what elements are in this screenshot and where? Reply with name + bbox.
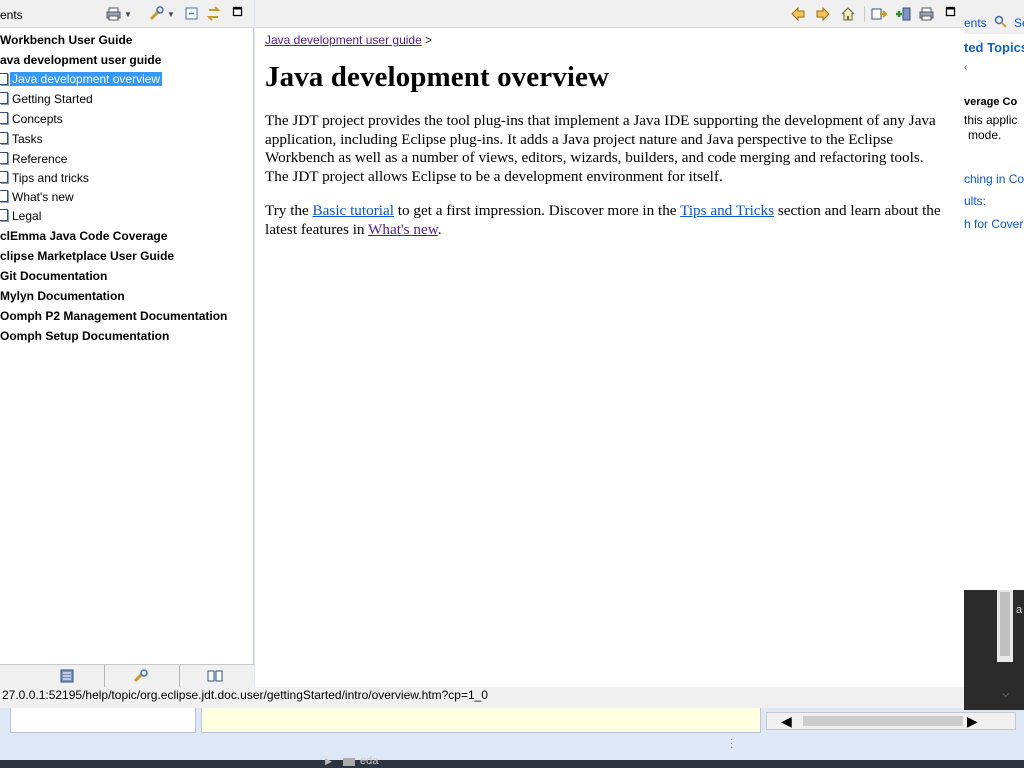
forward-arrow-icon[interactable] (815, 6, 831, 22)
toc-bottom-tabs (0, 664, 254, 687)
related-topics-panel: ents Se ted Topics ‹ verage Co this appl… (964, 0, 1024, 590)
search-tab-icon (133, 669, 149, 686)
tips-and-tricks-link[interactable]: Tips and Tricks (680, 202, 774, 219)
background-vertical-scrollbar[interactable] (997, 590, 1013, 662)
scroll-right-icon[interactable]: ▶ (967, 713, 978, 730)
search-icon[interactable] (994, 15, 1008, 29)
page-title: Java development overview (265, 61, 609, 93)
breadcrumb-link[interactable]: Java development user guide (265, 33, 422, 47)
home-icon[interactable] (840, 6, 856, 22)
toc-book-marketplace[interactable]: clipse Marketplace User Guide (0, 249, 174, 263)
toc-book-workbench[interactable]: Workbench User Guide (0, 33, 132, 47)
back-arrow-icon[interactable] (790, 6, 806, 22)
document-icon (0, 132, 8, 144)
bookmarks-tab-icon (207, 669, 223, 686)
related-link-1[interactable]: ching in Co (964, 172, 1024, 186)
toc-item-whats-new[interactable]: What's new (12, 190, 74, 204)
about-line-2: this applic (964, 113, 1018, 127)
toc-book-oomph-p2[interactable]: Oomph P2 Management Documentation (0, 309, 227, 323)
text-fragment: Try the (265, 202, 313, 219)
toc-item-reference[interactable]: Reference (12, 152, 67, 166)
maximize-icon[interactable] (232, 6, 248, 22)
toc-toolbar: ents ▼ ▼ (0, 0, 254, 28)
contents-tab[interactable] (30, 665, 105, 687)
chevron-down-icon[interactable]: ▼ (124, 10, 140, 26)
whats-new-link[interactable]: What's new (368, 221, 438, 238)
link-with-content-icon[interactable] (206, 6, 222, 22)
basic-tutorial-link[interactable]: Basic tutorial (313, 202, 394, 219)
show-in-toc-icon[interactable] (871, 6, 888, 22)
scroll-thumb[interactable] (803, 716, 963, 726)
toc-book-mylyn[interactable]: Mylyn Documentation (0, 289, 125, 303)
toc-item-tasks[interactable]: Tasks (12, 132, 43, 146)
document-icon (0, 171, 8, 183)
toc-panel-title: ents (0, 8, 23, 22)
print-page-icon[interactable] (919, 6, 935, 22)
maximize-icon[interactable] (945, 6, 961, 22)
text-fragment: to get a first impression. Discover more… (393, 202, 681, 219)
document-icon (0, 112, 8, 124)
scroll-left-icon[interactable]: ◀ (781, 713, 792, 730)
toc-book-git[interactable]: Git Documentation (0, 269, 107, 283)
content-toolbar (255, 0, 964, 28)
breadcrumb-separator: > (425, 33, 433, 47)
toc-item-tips-and-tricks[interactable]: Tips and tricks (12, 171, 89, 185)
toc-tree: Workbench User Guide ava development use… (0, 28, 254, 664)
try-paragraph: Try the Basic tutorial to get a first im… (265, 202, 950, 239)
toc-item-legal[interactable]: Legal (12, 209, 41, 223)
toc-book-java-dev[interactable]: ava development user guide (0, 53, 161, 67)
background-console-pane (201, 708, 761, 733)
document-icon (0, 152, 8, 164)
help-article: Java development user guide > Java devel… (265, 30, 950, 255)
taskbar-label[interactable]: eda (360, 755, 378, 767)
breadcrumb: Java development user guide > (265, 33, 950, 47)
related-link-3[interactable]: h for Cover (964, 217, 1023, 231)
bookmarks-tab[interactable] (179, 665, 254, 687)
splitter-grip-icon[interactable]: · · · (730, 735, 733, 753)
intro-paragraph: The JDT project provides the tool plug-i… (265, 112, 936, 185)
about-line-3: mode. (968, 128, 1002, 142)
highlight-search-icon[interactable] (149, 6, 165, 22)
background-side-text: a (1016, 604, 1023, 616)
document-icon (0, 209, 8, 221)
collapse-marker-icon[interactable]: ‹ (964, 62, 967, 73)
search-results-tab[interactable] (104, 665, 180, 687)
document-icon (0, 190, 8, 202)
toc-item-getting-started[interactable]: Getting Started (12, 92, 93, 106)
related-topics-heading: ted Topics (964, 40, 1024, 55)
collapse-all-icon[interactable] (184, 6, 200, 22)
about-section-title: verage Co (964, 96, 1018, 108)
taskbar-folder-icon[interactable] (343, 758, 355, 766)
background-horizontal-scrollbar[interactable]: ◀ ▶ (766, 712, 1016, 730)
scroll-down-chevron-icon[interactable]: ⌄ (999, 682, 1012, 702)
status-url: 27.0.0.1:52195/help/topic/org.eclipse.jd… (2, 688, 488, 702)
document-icon (0, 92, 8, 104)
toc-book-eclemma[interactable]: clEmma Java Code Coverage (0, 229, 167, 243)
related-link-2[interactable]: ults: (964, 194, 986, 208)
vscroll-thumb[interactable] (1000, 592, 1010, 656)
text-fragment: . (437, 220, 442, 238)
background-editor-pane (10, 708, 196, 733)
bookmark-document-icon[interactable] (895, 6, 911, 22)
toc-item-java-dev-overview[interactable]: Java development overview (8, 71, 164, 87)
workbench-background: ◀ ▶ · · · (0, 708, 1024, 768)
toolbar-separator (864, 6, 865, 22)
print-icon[interactable] (106, 6, 122, 22)
contents-tab-icon (60, 669, 74, 686)
document-icon (0, 73, 8, 85)
chevron-down-icon[interactable]: ▼ (167, 10, 183, 26)
status-bar: 27.0.0.1:52195/help/topic/org.eclipse.jd… (0, 687, 964, 708)
toc-book-oomph-setup[interactable]: Oomph Setup Documentation (0, 329, 169, 343)
search-tab-label[interactable]: Se (1014, 16, 1024, 30)
taskbar: ▶ eda (0, 755, 1024, 768)
related-tab-label[interactable]: ents (964, 16, 987, 30)
taskbar-play-icon[interactable]: ▶ (325, 756, 332, 767)
background-dark-editor: ⌄ a (964, 590, 1024, 710)
toc-item-concepts[interactable]: Concepts (12, 112, 63, 126)
